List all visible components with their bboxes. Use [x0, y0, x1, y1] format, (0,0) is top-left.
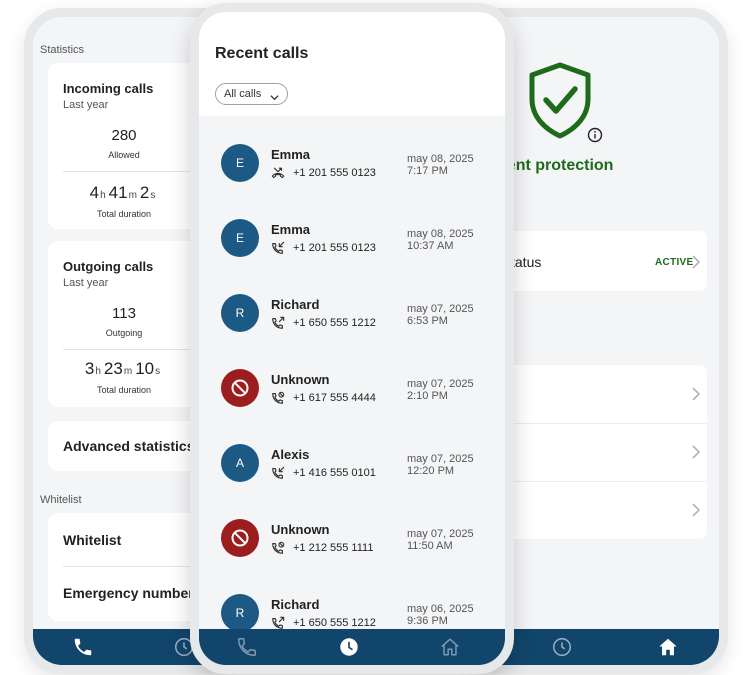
caller-name: Alexis [271, 447, 310, 462]
blocked-call-icon [271, 541, 285, 555]
caller-number: +1 201 555 0123 [293, 242, 376, 254]
call-time: 9:36 PM [407, 615, 448, 627]
incoming-count-caption: Allowed [108, 150, 140, 160]
blocked-caller-avatar [221, 519, 259, 557]
outgoing-calls-title: Outgoing calls [63, 259, 154, 274]
call-list-item[interactable]: Unknown +1 617 555 4444 may 07, 2025 2:10 P… [199, 349, 505, 424]
call-filter-label: All calls [224, 88, 262, 100]
incoming-calls-title: Incoming calls [63, 81, 154, 96]
whitelist-item[interactable]: Whitelist [63, 532, 121, 548]
caller-name: Unknown [271, 372, 330, 387]
advanced-statistics-label: Advanced statistics [63, 438, 195, 454]
status-badge: ACTIVE [655, 257, 694, 268]
avatar: R [221, 594, 259, 632]
chevron-right-icon [691, 255, 701, 269]
call-time: 6:53 PM [407, 315, 448, 327]
incoming-period: Last year [63, 99, 109, 111]
call-time: 11:50 AM [407, 540, 453, 552]
caller-number: +1 650 555 1212 [293, 317, 376, 329]
call-time: 7:17 PM [407, 165, 448, 177]
outgoing-duration: 3h 23m 10s [84, 359, 161, 378]
avatar: A [221, 444, 259, 482]
call-date: may 06, 2025 [407, 603, 474, 615]
caller-name: Richard [271, 297, 320, 312]
avatar: E [221, 219, 259, 257]
call-date: may 07, 2025 [407, 528, 474, 540]
caller-number: +1 617 555 4444 [293, 392, 376, 404]
blocked-caller-avatar [221, 369, 259, 407]
chevron-right-icon[interactable] [691, 445, 701, 459]
clock-icon[interactable] [551, 636, 573, 658]
incoming-call-icon [271, 241, 285, 255]
shield-check-icon [525, 61, 595, 141]
protection-status-row[interactable]: tatus ACTIVE [489, 231, 707, 291]
caller-name: Emma [271, 147, 311, 162]
outgoing-call-icon [271, 316, 285, 330]
incoming-duration-caption: Total duration [96, 209, 152, 219]
call-date: may 08, 2025 [407, 228, 474, 240]
outgoing-count-caption: Outgoing [105, 328, 143, 338]
call-list-item[interactable]: E Emma +1 201 555 0123 may 08, 2025 10:37 AM [199, 199, 505, 274]
whitelist-section-label: Whitelist [40, 494, 82, 506]
call-list-item[interactable]: R Richard +1 650 555 1212 may 07, 2025 6:53 … [199, 274, 505, 349]
card-divider [63, 171, 203, 172]
status-label: tatus [511, 254, 542, 270]
call-date: may 07, 2025 [407, 378, 474, 390]
chevron-down-icon [270, 89, 279, 101]
call-time: 2:10 PM [407, 390, 448, 402]
emergency-number-item[interactable]: Emergency number [63, 585, 194, 601]
avatar: E [221, 144, 259, 182]
list-divider [489, 481, 707, 482]
blocked-call-icon [271, 391, 285, 405]
phone-icon[interactable] [72, 636, 94, 658]
phone-icon[interactable] [236, 636, 258, 658]
chevron-right-icon[interactable] [691, 503, 701, 517]
call-time: 10:37 AM [407, 240, 454, 252]
call-time: 12:20 PM [407, 465, 455, 477]
call-date: may 08, 2025 [407, 153, 474, 165]
caller-name: Emma [271, 222, 311, 237]
protection-options-list [489, 365, 707, 539]
page-title: Recent calls [215, 45, 309, 62]
list-divider [489, 423, 707, 424]
avatar: R [221, 294, 259, 332]
info-icon[interactable] [587, 127, 603, 143]
incoming-duration: 4h 41m 2s [89, 183, 156, 202]
outgoing-count: 113 [112, 305, 136, 322]
incoming-call-icon [271, 466, 285, 480]
outgoing-duration-caption: Total duration [96, 385, 152, 395]
home-icon[interactable] [657, 636, 679, 658]
caller-name: Unknown [271, 522, 330, 537]
statistics-section-label: Statistics [40, 44, 85, 56]
call-list-item[interactable]: Unknown +1 212 555 1111 may 07, 2025 11:50 … [199, 499, 505, 574]
caller-number: +1 650 555 1212 [293, 617, 376, 629]
incoming-count: 280 [111, 127, 137, 144]
recent-calls-phone: Recent calls All calls E Emma +1 201 555 0… [190, 3, 514, 674]
caller-name: Richard [271, 597, 320, 612]
card-divider [63, 349, 203, 350]
card-divider [63, 566, 203, 567]
missed-call-icon [271, 166, 285, 180]
caller-number: +1 416 555 0101 [293, 467, 376, 479]
home-icon[interactable] [439, 636, 461, 658]
call-list-item[interactable]: A Alexis +1 416 555 0101 may 07, 2025 12:20 … [199, 424, 505, 499]
outgoing-call-icon [271, 616, 285, 630]
caller-number: +1 201 555 0123 [293, 167, 376, 179]
caller-number: +1 212 555 1111 [293, 542, 374, 554]
bottom-nav [199, 629, 505, 665]
clock-icon[interactable] [338, 636, 360, 658]
call-date: may 07, 2025 [407, 303, 474, 315]
recent-calls-header: Recent calls All calls [199, 12, 505, 116]
call-date: may 07, 2025 [407, 453, 474, 465]
call-filter-dropdown[interactable]: All calls [215, 83, 289, 105]
call-list-item[interactable]: E Emma +1 201 555 0123 may 08, 2025 7:17 PM [199, 124, 505, 199]
chevron-right-icon[interactable] [691, 387, 701, 401]
outgoing-period: Last year [63, 277, 109, 289]
